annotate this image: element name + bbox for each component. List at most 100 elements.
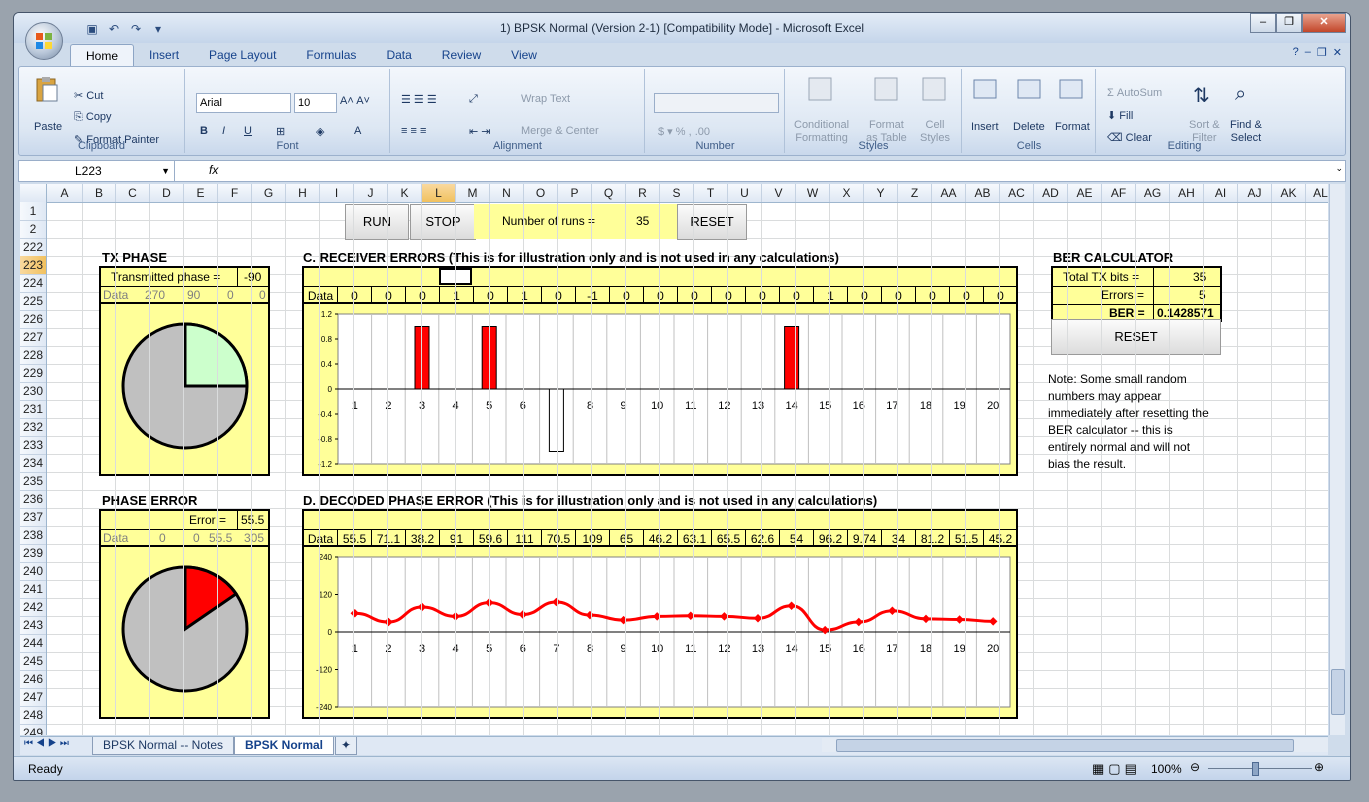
row-header-224[interactable]: 224 [20, 274, 46, 293]
row-header-228[interactable]: 228 [20, 346, 46, 365]
wrap-text-button[interactable]: Wrap Text [521, 93, 570, 105]
column-header-m[interactable]: M [456, 184, 490, 202]
minimize-button[interactable]: – [1250, 13, 1276, 33]
name-box[interactable]: L223 ▼ [19, 161, 175, 181]
column-header-r[interactable]: R [626, 184, 660, 202]
column-header-n[interactable]: N [490, 184, 524, 202]
undo-icon[interactable]: ↶ [106, 21, 122, 37]
row-header-232[interactable]: 232 [20, 418, 46, 437]
column-header-j[interactable]: J [354, 184, 388, 202]
copy-button[interactable]: ⎘ Copy [74, 111, 112, 124]
column-header-ab[interactable]: AB [966, 184, 1000, 202]
row-header-223[interactable]: 223 [20, 255, 46, 275]
number-format-select[interactable] [654, 93, 779, 113]
delete-button[interactable]: Delete [1013, 121, 1045, 133]
vertical-scroll-thumb[interactable] [1331, 669, 1345, 715]
tab-review[interactable]: Review [427, 44, 496, 66]
column-header-af[interactable]: AF [1102, 184, 1136, 202]
row-header-243[interactable]: 243 [20, 616, 46, 635]
delete-cells-icon[interactable] [1015, 75, 1043, 103]
zoom-slider[interactable] [1208, 768, 1312, 769]
row-header-1[interactable]: 1 [20, 202, 46, 221]
cut-button[interactable]: ✂ Cut [74, 89, 103, 102]
row-header-236[interactable]: 236 [20, 490, 46, 509]
orientation-icon[interactable]: ⤢ [469, 93, 478, 106]
column-header-v[interactable]: V [762, 184, 796, 202]
redo-icon[interactable]: ↷ [128, 21, 144, 37]
column-header-ad[interactable]: AD [1034, 184, 1068, 202]
row-header-234[interactable]: 234 [20, 454, 46, 473]
column-header-l[interactable]: L [422, 184, 456, 202]
doc-restore-icon[interactable]: ❐ [1317, 46, 1327, 59]
zoom-level[interactable]: 100% [1151, 762, 1182, 776]
row-header-239[interactable]: 239 [20, 544, 46, 563]
row-header-248[interactable]: 248 [20, 706, 46, 725]
tab-formulas[interactable]: Formulas [291, 44, 371, 66]
column-header-aa[interactable]: AA [932, 184, 966, 202]
sheet-nav-icon[interactable]: ⏮◀▶⏭ [24, 738, 72, 749]
row-header-230[interactable]: 230 [20, 382, 46, 401]
row-header-241[interactable]: 241 [20, 580, 46, 599]
currency-icon[interactable]: $ ▾ % , .00 [658, 125, 710, 138]
column-header-g[interactable]: G [252, 184, 286, 202]
doc-minimize-icon[interactable]: – [1305, 46, 1311, 59]
column-header-ah[interactable]: AH [1170, 184, 1204, 202]
customize-qat-icon[interactable]: ▾ [150, 21, 166, 37]
reset-runs-button[interactable]: RESET [677, 204, 747, 240]
row-header-237[interactable]: 237 [20, 508, 46, 527]
maximize-button[interactable]: ❐ [1276, 13, 1302, 33]
conditional-formatting-icon[interactable] [806, 75, 834, 103]
save-icon[interactable]: ▣ [84, 21, 100, 37]
help-icon[interactable]: ? [1293, 46, 1299, 59]
column-header-s[interactable]: S [660, 184, 694, 202]
vertical-scrollbar[interactable] [1329, 184, 1345, 735]
row-header-246[interactable]: 246 [20, 670, 46, 689]
row-header-245[interactable]: 245 [20, 652, 46, 671]
tab-view[interactable]: View [496, 44, 552, 66]
font-size-select[interactable]: 10 [294, 93, 337, 113]
horizontal-scroll-thumb[interactable] [836, 739, 1294, 752]
column-header-i[interactable]: I [320, 184, 354, 202]
format-button[interactable]: Format [1055, 121, 1090, 133]
borders-icon[interactable]: ⊞ [276, 125, 285, 138]
column-header-a[interactable]: A [47, 184, 83, 202]
row-header-238[interactable]: 238 [20, 526, 46, 545]
column-header-t[interactable]: T [694, 184, 728, 202]
zoom-in-icon[interactable]: ⊕ [1314, 760, 1324, 774]
zoom-out-icon[interactable]: ⊖ [1190, 760, 1200, 774]
tab-home[interactable]: Home [70, 44, 135, 66]
column-header-k[interactable]: K [388, 184, 422, 202]
italic-icon[interactable]: I [222, 125, 225, 137]
insert-cells-icon[interactable] [971, 75, 999, 103]
column-header-ai[interactable]: AI [1204, 184, 1238, 202]
row-header-247[interactable]: 247 [20, 688, 46, 707]
column-header-w[interactable]: W [796, 184, 830, 202]
column-header-b[interactable]: B [83, 184, 116, 202]
format-as-table-icon[interactable] [872, 75, 900, 103]
insert-button[interactable]: Insert [971, 121, 999, 133]
column-header-al[interactable]: AL [1306, 184, 1328, 202]
font-name-select[interactable]: Arial [196, 93, 291, 113]
stop-button[interactable]: STOP [410, 204, 476, 240]
column-header-ac[interactable]: AC [1000, 184, 1034, 202]
column-header-q[interactable]: Q [592, 184, 626, 202]
column-header-f[interactable]: F [218, 184, 252, 202]
row-header-240[interactable]: 240 [20, 562, 46, 581]
indent-icon[interactable]: ⇤ ⇥ [469, 125, 491, 138]
run-button[interactable]: RUN [345, 204, 409, 240]
tab-insert[interactable]: Insert [134, 44, 194, 66]
sheet-tab-bpsk-normal[interactable]: BPSK Normal [234, 737, 335, 755]
fill-color-icon[interactable]: ◈ [316, 125, 324, 138]
merge-center-button[interactable]: Merge & Center [521, 125, 599, 137]
row-header-226[interactable]: 226 [20, 310, 46, 329]
row-header-242[interactable]: 242 [20, 598, 46, 617]
row-header-233[interactable]: 233 [20, 436, 46, 455]
column-header-e[interactable]: E [184, 184, 218, 202]
column-header-d[interactable]: D [150, 184, 184, 202]
formula-input[interactable] [241, 161, 1321, 181]
column-header-ag[interactable]: AG [1136, 184, 1170, 202]
grow-font-icon[interactable]: A˄ A˅ [340, 95, 370, 107]
expand-formula-icon[interactable]: ⌄ [1335, 163, 1343, 174]
row-header-227[interactable]: 227 [20, 328, 46, 347]
column-header-ae[interactable]: AE [1068, 184, 1102, 202]
